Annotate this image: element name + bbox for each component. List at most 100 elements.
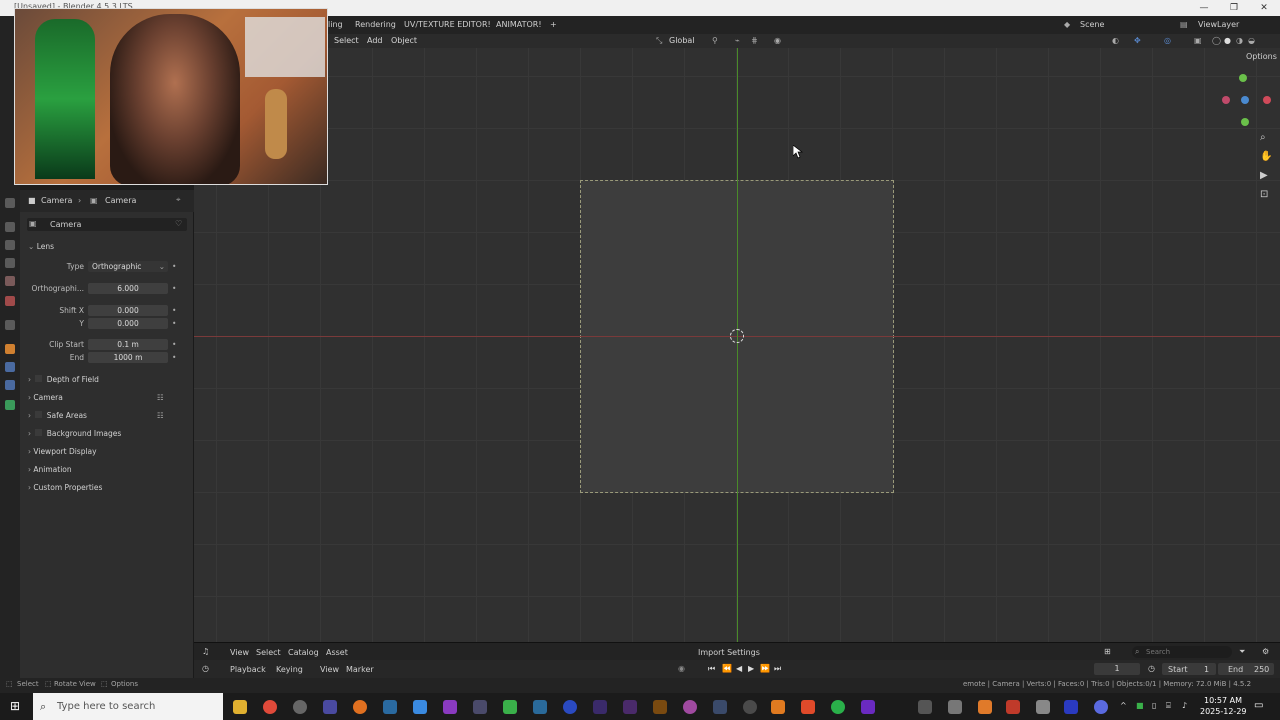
- panel-safe-areas[interactable]: › Safe Areas ☷: [28, 409, 188, 423]
- jump-end-icon[interactable]: ⏭: [774, 664, 781, 674]
- output-icon[interactable]: [5, 240, 15, 250]
- play-reverse-icon[interactable]: ◀: [736, 664, 742, 673]
- notification-icon[interactable]: ▭: [1254, 700, 1263, 711]
- end-frame-field[interactable]: End 250: [1218, 663, 1274, 675]
- menu-select[interactable]: Select: [256, 648, 281, 657]
- network-icon[interactable]: ⌸: [1166, 701, 1171, 711]
- scene-icon[interactable]: ◆: [1060, 16, 1074, 34]
- snap-target-icon[interactable]: ⋕: [751, 34, 758, 48]
- keyframe-dot-icon[interactable]: •: [172, 317, 176, 330]
- overlays-icon[interactable]: ◎: [1164, 34, 1171, 48]
- panel-viewport-display[interactable]: › Viewport Display: [28, 445, 188, 459]
- taskbar-time[interactable]: 10:57 AM: [1204, 696, 1242, 705]
- menu-catalog[interactable]: Catalog: [288, 648, 319, 657]
- gizmo-y-axis-icon[interactable]: [1239, 74, 1247, 82]
- tray-nvidia-icon[interactable]: ■: [1136, 701, 1144, 710]
- panel-camera[interactable]: › Camera ☷: [28, 391, 188, 405]
- rendered-shading-icon[interactable]: ◒: [1248, 34, 1255, 48]
- camera-data-icon[interactable]: [5, 400, 15, 410]
- current-frame-field[interactable]: 1: [1094, 663, 1140, 675]
- tab-uv-texture-editor[interactable]: UV/TEXTURE EDITOR!: [400, 16, 495, 34]
- lens-type-dropdown[interactable]: Orthographic ⌄: [88, 261, 168, 272]
- physics-icon[interactable]: [5, 380, 15, 390]
- gizmo-z-axis-icon[interactable]: [1241, 96, 1249, 104]
- snap-icon[interactable]: ⌁: [735, 34, 740, 48]
- 3d-cursor-icon[interactable]: [730, 329, 744, 343]
- modifier-icon[interactable]: [5, 362, 15, 372]
- brave-icon[interactable]: [801, 700, 815, 714]
- app-icon[interactable]: [413, 700, 427, 714]
- preset-icon[interactable]: ☷: [157, 391, 164, 405]
- app-icon[interactable]: [473, 700, 487, 714]
- filezilla-icon[interactable]: [1006, 700, 1020, 714]
- menu-select[interactable]: Select: [334, 34, 359, 48]
- menu-keying[interactable]: Keying: [276, 665, 303, 674]
- proportional-edit-icon[interactable]: ◉: [774, 34, 781, 48]
- lock-icon[interactable]: ⊡: [1260, 189, 1268, 200]
- premiere-icon[interactable]: [623, 700, 637, 714]
- windows-start-icon[interactable]: ⊞: [10, 699, 20, 713]
- blender-icon[interactable]: [353, 700, 367, 714]
- scene-tab-icon[interactable]: [5, 276, 15, 286]
- tray-app-icon[interactable]: [1064, 700, 1078, 714]
- illustrator-icon[interactable]: [653, 700, 667, 714]
- solid-shading-icon[interactable]: ●: [1224, 34, 1231, 48]
- spotify-icon[interactable]: [831, 700, 845, 714]
- object-icon[interactable]: [5, 344, 15, 354]
- app-icon[interactable]: [293, 700, 307, 714]
- app-icon[interactable]: [861, 700, 875, 714]
- panel-custom-properties[interactable]: › Custom Properties: [28, 481, 188, 495]
- menu-asset[interactable]: Asset: [326, 648, 348, 657]
- keyframe-dot-icon[interactable]: •: [172, 260, 176, 273]
- options-button[interactable]: Options: [1246, 52, 1277, 61]
- pin-icon[interactable]: ⌖: [176, 195, 181, 205]
- view-layer-tab-icon[interactable]: [5, 258, 15, 268]
- minimize-icon[interactable]: —: [1190, 0, 1218, 16]
- ortho-scale-field[interactable]: 6.000: [88, 283, 168, 294]
- clip-end-field[interactable]: 1000 m: [88, 352, 168, 363]
- app-icon[interactable]: [771, 700, 785, 714]
- jump-start-icon[interactable]: ⏮: [708, 664, 715, 674]
- collection-icon[interactable]: [5, 320, 15, 330]
- prev-keyframe-icon[interactable]: ⏪: [722, 664, 732, 673]
- start-frame-field[interactable]: Start 1: [1162, 663, 1216, 675]
- tray-app-icon[interactable]: [978, 700, 992, 714]
- fake-user-icon[interactable]: ♡: [175, 219, 182, 228]
- clip-start-field[interactable]: 0.1 m: [88, 339, 168, 350]
- menu-object[interactable]: Object: [391, 34, 417, 48]
- gizmo-neg-x-axis-icon[interactable]: [1222, 96, 1230, 104]
- steam-icon[interactable]: [713, 700, 727, 714]
- panel-background-images[interactable]: › Background Images: [28, 427, 188, 441]
- xray-icon[interactable]: ▣: [1194, 34, 1202, 48]
- settings-gear-icon[interactable]: ⚙: [1262, 647, 1269, 656]
- discord-icon[interactable]: [1094, 700, 1108, 714]
- editor-type-icon[interactable]: ♫: [202, 647, 209, 656]
- panel-checkbox[interactable]: [35, 375, 43, 382]
- app-icon[interactable]: [743, 700, 757, 714]
- pan-hand-icon[interactable]: ✋: [1260, 151, 1272, 162]
- file-explorer-icon[interactable]: [233, 700, 247, 714]
- display-mode-icon[interactable]: ⊞: [1104, 647, 1111, 656]
- calculator-icon[interactable]: [533, 700, 547, 714]
- taskbar-date[interactable]: 2025-12-29: [1200, 707, 1247, 716]
- keyframe-dot-icon[interactable]: •: [172, 338, 176, 351]
- keyframe-dot-icon[interactable]: •: [172, 282, 176, 295]
- tab-animator[interactable]: ANIMATOR!: [492, 16, 546, 34]
- view-layer-selector[interactable]: ViewLayer: [1194, 16, 1243, 34]
- panel-checkbox[interactable]: [35, 429, 43, 436]
- maximize-icon[interactable]: ❐: [1220, 0, 1248, 16]
- tray-chevron-icon[interactable]: ^: [1120, 701, 1127, 710]
- volume-icon[interactable]: ♪: [1182, 701, 1187, 710]
- lens-section-header[interactable]: ⌄ Lens: [28, 240, 188, 254]
- tray-app-icon[interactable]: [918, 700, 932, 714]
- data-name-field[interactable]: ▣ Camera ♡: [27, 218, 187, 231]
- keyframe-dot-icon[interactable]: •: [172, 351, 176, 364]
- app-icon[interactable]: [443, 700, 457, 714]
- wireframe-shading-icon[interactable]: ◯: [1212, 34, 1221, 48]
- camera-view-icon[interactable]: ▶: [1260, 170, 1268, 181]
- taskbar-search-input[interactable]: ⌕ Type here to search: [33, 693, 223, 720]
- menu-view[interactable]: View: [230, 648, 249, 657]
- gizmo-icon[interactable]: ✥: [1134, 34, 1141, 48]
- gizmo-neg-y-axis-icon[interactable]: [1241, 118, 1249, 126]
- menu-marker[interactable]: Marker: [346, 665, 374, 674]
